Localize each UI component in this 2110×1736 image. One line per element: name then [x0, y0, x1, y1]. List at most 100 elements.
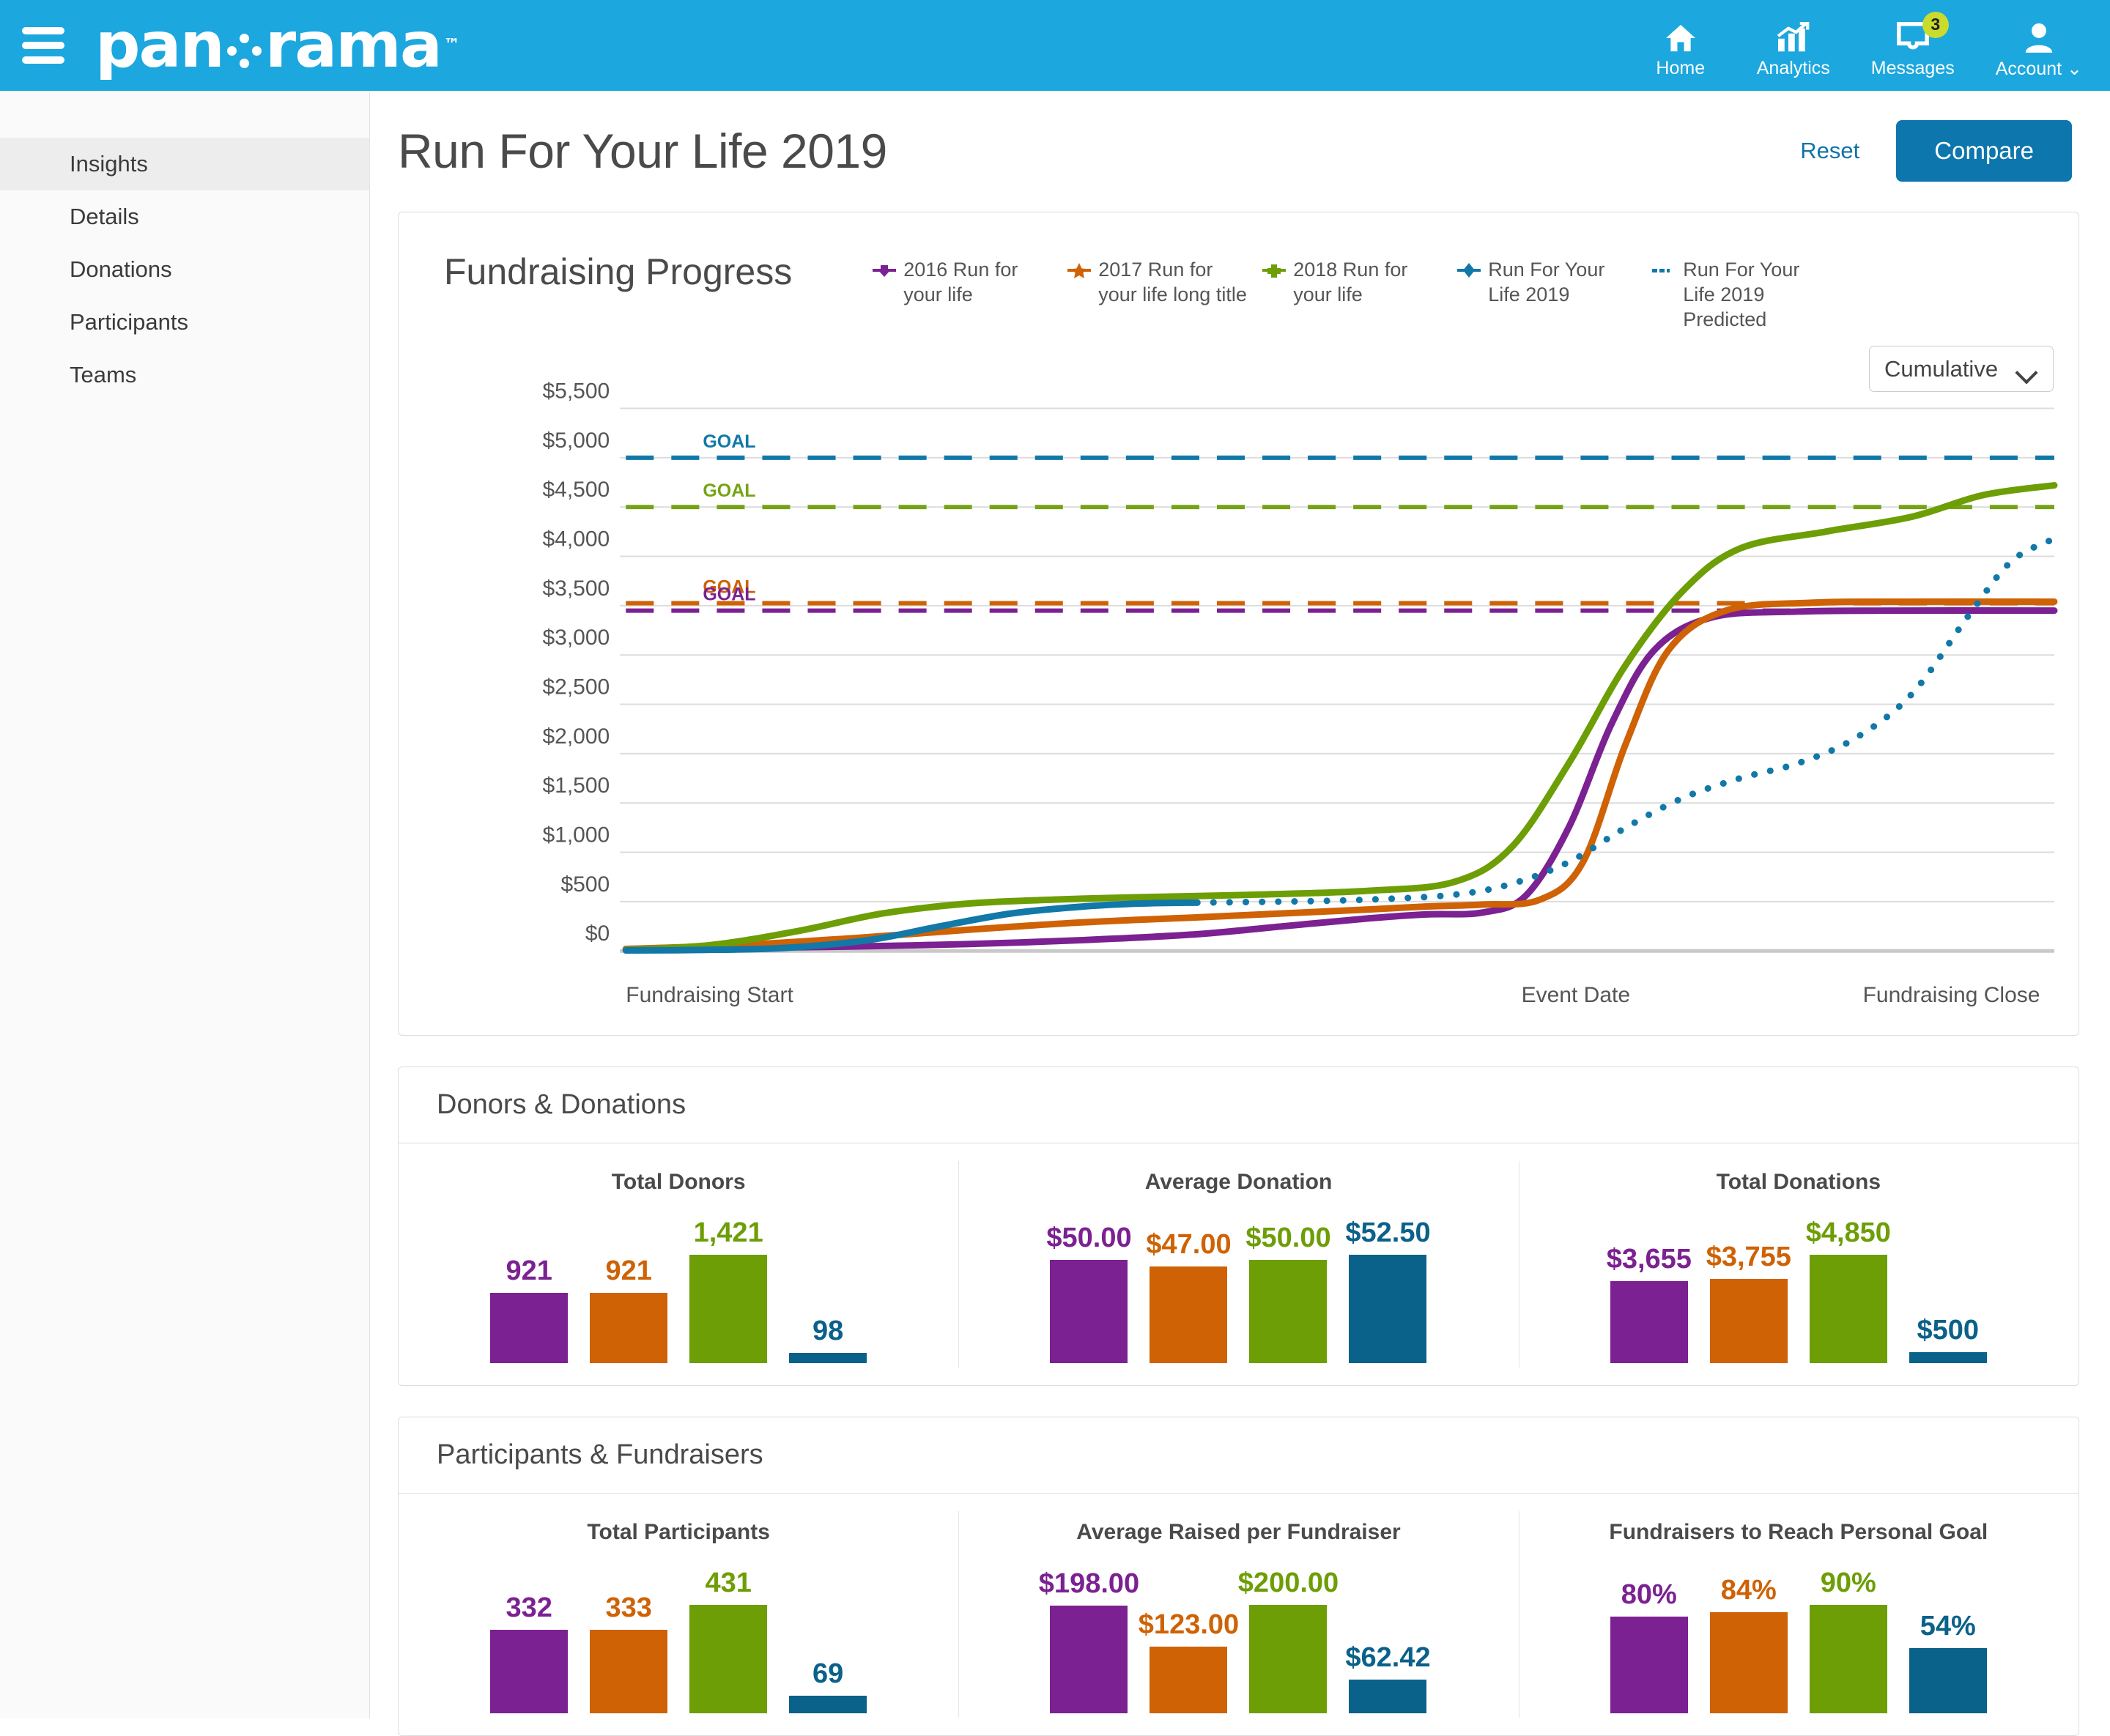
chart-view-select[interactable]: CumulativeDaily — [1869, 346, 2054, 392]
y-axis-tick-label: $4,000 — [542, 527, 610, 552]
bar-rect — [1249, 1605, 1328, 1713]
nav-item-messages[interactable]: 3 Messages — [1871, 11, 1955, 79]
bar-value-label: 333 — [605, 1592, 652, 1623]
bar-chart: $50.00 $47.00 $50.00 $52.50 — [958, 1217, 1518, 1363]
sidebar-item-teams[interactable]: Teams — [0, 349, 369, 401]
x-axis-tick-label: Fundraising Start — [626, 983, 793, 1007]
bar-rect — [1709, 1612, 1788, 1713]
bar-column[interactable]: 54% — [1909, 1567, 1987, 1713]
sidebar: Insights Details Donations Participants … — [0, 91, 370, 1718]
bar-value-label: $198.00 — [1038, 1568, 1140, 1599]
logo-text-part1: pan — [95, 9, 225, 82]
bar-column[interactable]: $198.00 — [1039, 1567, 1139, 1713]
metric-group-title: Average Donation — [1144, 1170, 1333, 1194]
bar-chart-icon — [1777, 19, 1810, 53]
bar-rect — [590, 1630, 668, 1713]
nav-item-account[interactable]: Account ⌄ — [1996, 19, 2082, 80]
bar-value-label: 921 — [506, 1255, 552, 1286]
nav-label-account-text: Account — [1995, 58, 2062, 79]
sidebar-item-insights[interactable]: Insights — [0, 138, 369, 190]
bar-column[interactable]: 80% — [1610, 1567, 1688, 1713]
bar-value-label: 69 — [812, 1658, 844, 1689]
bar-column[interactable]: $4,850 — [1806, 1217, 1891, 1363]
y-axis-tick-label: $1,000 — [542, 823, 610, 847]
y-axis-tick-label: $3,500 — [542, 576, 610, 601]
nav-item-home[interactable]: Home — [1646, 19, 1716, 79]
bar-rect — [1610, 1617, 1688, 1713]
bar-rect — [1249, 1260, 1328, 1363]
bar-rect — [1349, 1680, 1427, 1713]
donors-metric-groups: Total Donors 921 921 1,421 98 Average Donatio… — [399, 1143, 2078, 1385]
bar-value-label: 431 — [705, 1568, 752, 1598]
logo-text-part2: rama — [264, 9, 443, 82]
bar-column[interactable]: 921 — [590, 1217, 668, 1363]
bar-chart: 921 921 1,421 98 — [399, 1217, 958, 1363]
page-header: Run For Your Life 2019 Reset Compare — [370, 91, 2110, 182]
y-axis-tick-label: $3,000 — [542, 626, 610, 650]
bar-column[interactable]: $47.00 — [1146, 1217, 1232, 1363]
bar-rect — [490, 1293, 569, 1363]
bar-column[interactable]: $52.50 — [1345, 1217, 1431, 1363]
sidebar-label-donations: Donations — [70, 256, 172, 282]
reset-button[interactable]: Reset — [1800, 138, 1859, 164]
compare-button[interactable]: Compare — [1896, 120, 2072, 182]
y-axis-tick-label: $0 — [585, 921, 610, 946]
bar-column[interactable]: $3,755 — [1706, 1217, 1791, 1363]
y-axis-tick-label: $5,000 — [542, 429, 610, 453]
fundraising-line-chart: $0 $500 $1,000 $1,500 $2,000 $2,500 $3,000 $3,5… — [542, 379, 2058, 1007]
bar-rect — [1050, 1260, 1128, 1363]
top-nav-items: Home Analytics 3 Messages Account ⌄ — [1646, 11, 2082, 80]
bar-value-label: 332 — [506, 1592, 552, 1623]
bar-rect — [1150, 1266, 1228, 1363]
nav-item-analytics[interactable]: Analytics — [1757, 19, 1830, 79]
panorama-logo[interactable]: pan rama ™ — [95, 0, 460, 91]
sidebar-label-details: Details — [70, 204, 139, 229]
bar-column[interactable]: 84% — [1709, 1567, 1788, 1713]
bar-column[interactable]: $50.00 — [1245, 1217, 1331, 1363]
bar-column[interactable]: 333 — [590, 1567, 668, 1713]
bar-value-label: $3,655 — [1606, 1244, 1692, 1275]
bar-rect — [1050, 1606, 1128, 1713]
bar-rect — [1610, 1281, 1688, 1363]
y-axis-tick-label: $5,500 — [542, 379, 610, 404]
bar-rect — [689, 1255, 768, 1363]
sidebar-item-participants[interactable]: Participants — [0, 296, 369, 349]
nav-label-analytics: Analytics — [1756, 57, 1830, 78]
bar-column[interactable]: $123.00 — [1139, 1567, 1239, 1713]
bar-column[interactable]: $500 — [1909, 1217, 1987, 1363]
bar-rect — [1809, 1605, 1887, 1713]
goal-label: GOAL — [703, 585, 755, 605]
bar-column[interactable]: 431 — [689, 1567, 768, 1713]
hamburger-menu-icon[interactable] — [22, 27, 64, 64]
metric-group-title: Total Participants — [587, 1520, 770, 1544]
nav-label-home: Home — [1656, 57, 1706, 78]
series-line-0 — [622, 607, 2058, 953]
goal-label: GOAL — [703, 431, 755, 452]
bar-value-label: $200.00 — [1237, 1568, 1339, 1598]
bar-value-label: 921 — [605, 1255, 652, 1286]
nav-label-account: Account ⌄ — [1996, 58, 2082, 80]
metric-group-title: Fundraisers to Reach Personal Goal — [1609, 1520, 1988, 1544]
sidebar-item-donations[interactable]: Donations — [0, 243, 369, 296]
sidebar-item-details[interactable]: Details — [0, 190, 369, 243]
bar-column[interactable]: $3,655 — [1607, 1217, 1692, 1363]
bar-column[interactable]: 1,421 — [689, 1217, 768, 1363]
bar-value-label: 98 — [812, 1316, 844, 1346]
bar-rect — [1709, 1279, 1788, 1363]
bar-rect — [789, 1696, 867, 1713]
metric-group: Average Raised per Fundraiser $198.00 $123… — [958, 1494, 1518, 1735]
bar-column[interactable]: 921 — [490, 1217, 569, 1363]
bar-column[interactable]: 90% — [1809, 1567, 1887, 1713]
bar-column[interactable]: $50.00 — [1046, 1217, 1132, 1363]
bar-column[interactable]: 69 — [789, 1567, 867, 1713]
bar-column[interactable]: 332 — [490, 1567, 569, 1713]
page-title: Run For Your Life 2019 — [398, 124, 887, 178]
bar-column[interactable]: $62.42 — [1345, 1567, 1431, 1713]
bar-column[interactable]: 98 — [789, 1217, 867, 1363]
metric-group-title: Average Raised per Fundraiser — [1076, 1520, 1401, 1544]
bar-rect — [1809, 1255, 1887, 1363]
bar-column[interactable]: $200.00 — [1238, 1567, 1339, 1713]
bar-chart: $3,655 $3,755 $4,850 $500 — [1519, 1217, 2078, 1363]
participants-card-title: Participants & Fundraisers — [399, 1417, 2078, 1494]
x-axis-tick-label: Event Date — [1522, 983, 1630, 1007]
